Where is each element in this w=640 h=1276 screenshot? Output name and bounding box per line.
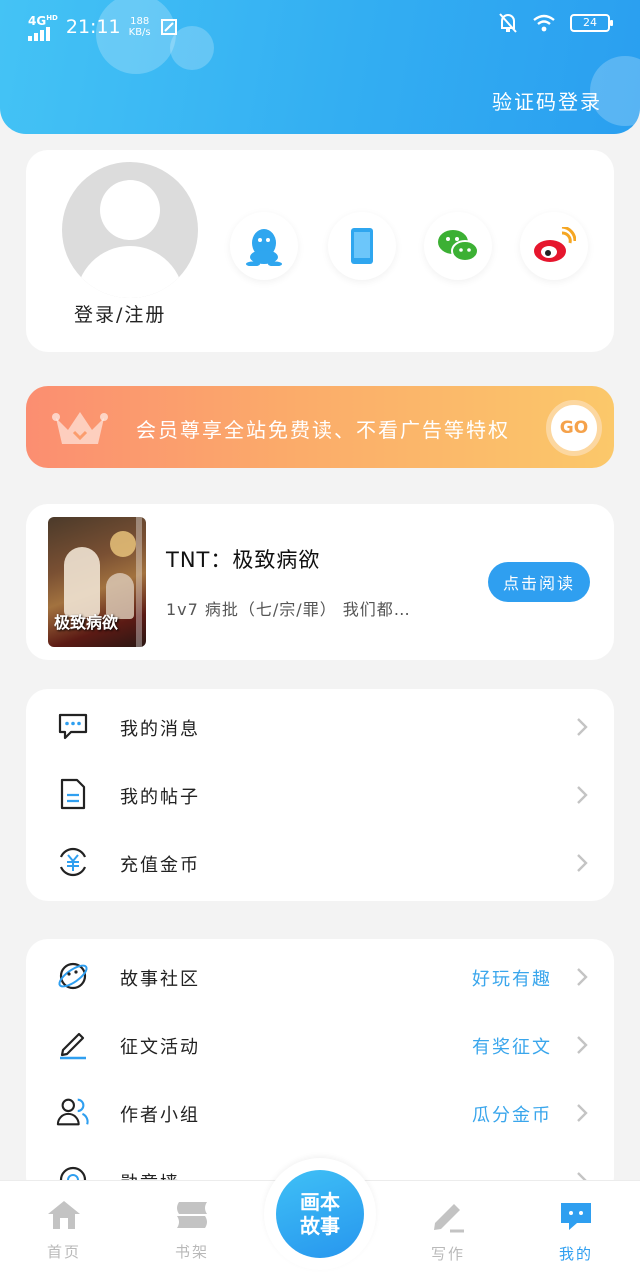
menu-item-author-group[interactable]: 作者小组 瓜分金币 xyxy=(26,1079,614,1147)
read-button[interactable]: 点击阅读 xyxy=(488,562,590,602)
avatar[interactable] xyxy=(62,162,198,298)
coin-recharge-icon xyxy=(56,845,90,879)
tab-home[interactable]: 首页 xyxy=(24,1199,104,1262)
picture-story-button[interactable]: 画本 故事 xyxy=(276,1170,364,1258)
menu-group-personal: 我的消息 我的帖子 充值金币 xyxy=(26,689,614,901)
weibo-login-button[interactable] xyxy=(520,212,588,280)
screenshot-icon xyxy=(160,18,177,35)
menu-item-recharge[interactable]: 充值金币 xyxy=(26,829,614,897)
network-speed: 188 KB/s xyxy=(128,15,151,38)
network-type: 4GHD xyxy=(28,14,58,28)
group-icon xyxy=(56,1095,90,1129)
menu-item-hint: 有奖征文 xyxy=(472,1037,552,1058)
menu-item-hint: 瓜分金币 xyxy=(472,1105,552,1126)
wifi-icon xyxy=(533,14,555,32)
tab-mine[interactable]: 我的 xyxy=(536,1199,616,1264)
menu-item-messages[interactable]: 我的消息 xyxy=(26,693,614,761)
pen-icon xyxy=(56,1027,90,1061)
battery-icon: 24 xyxy=(570,14,613,32)
signal-icon xyxy=(28,27,58,41)
tab-label: 书架 xyxy=(174,1243,209,1261)
home-icon xyxy=(48,1201,80,1229)
message-icon xyxy=(56,709,90,743)
book-cover-title: 极致病欲 xyxy=(54,613,119,632)
center-tab-wrapper: 画本 故事 xyxy=(264,1158,376,1270)
tab-label: 写作 xyxy=(430,1245,465,1263)
menu-item-label: 充值金币 xyxy=(120,855,200,876)
mine-icon xyxy=(561,1203,591,1230)
planet-icon xyxy=(56,959,90,993)
wechat-icon xyxy=(438,230,479,262)
bookshelf-icon xyxy=(177,1202,207,1228)
wechat-login-button[interactable] xyxy=(424,212,492,280)
phone-icon xyxy=(351,228,373,264)
login-register-link[interactable]: 登录/注册 xyxy=(74,300,166,327)
tab-bookshelf[interactable]: 书架 xyxy=(152,1199,232,1262)
menu-item-story-community[interactable]: 故事社区 好玩有趣 xyxy=(26,943,614,1011)
menu-item-label: 我的帖子 xyxy=(120,787,200,808)
status-bar: 4GHD 21:11 188 KB/s 24 xyxy=(0,0,640,50)
chevron-right-icon xyxy=(577,1036,588,1054)
crown-icon xyxy=(52,412,108,444)
chevron-right-icon xyxy=(577,968,588,986)
header: 4GHD 21:11 188 KB/s 24 验证码登录 xyxy=(0,0,640,134)
sms-login-link[interactable]: 验证码登录 xyxy=(492,86,602,115)
mute-bell-icon xyxy=(499,13,517,33)
recent-book-card[interactable]: 极致病欲 TNT：极致病欲 1v7 病批（七/宗/罪） 我们都… 点击阅读 xyxy=(26,504,614,660)
vip-go-button[interactable]: GO xyxy=(546,400,602,456)
menu-item-essay-contest[interactable]: 征文活动 有奖征文 xyxy=(26,1011,614,1079)
book-cover[interactable]: 极致病欲 xyxy=(48,517,146,647)
book-title: TNT：极致病欲 xyxy=(166,548,321,572)
qq-icon xyxy=(246,229,282,266)
phone-login-button[interactable] xyxy=(328,212,396,280)
menu-item-label: 征文活动 xyxy=(120,1037,200,1058)
clock: 21:11 xyxy=(65,15,121,38)
write-icon xyxy=(434,1204,464,1233)
tab-label: 我的 xyxy=(558,1245,593,1263)
chevron-right-icon xyxy=(577,718,588,736)
chevron-right-icon xyxy=(577,786,588,804)
qq-login-button[interactable] xyxy=(230,212,298,280)
book-description: 1v7 病批（七/宗/罪） 我们都… xyxy=(166,600,411,619)
menu-item-hint: 好玩有趣 xyxy=(472,969,552,990)
weibo-icon xyxy=(534,227,576,262)
vip-promo-text: 会员尊享全站免费读、不看广告等特权 xyxy=(136,418,510,442)
profile-card: 登录/注册 xyxy=(26,150,614,352)
document-icon xyxy=(56,777,90,811)
tab-label: 首页 xyxy=(46,1243,81,1261)
vip-banner[interactable]: 会员尊享全站免费读、不看广告等特权 GO xyxy=(26,386,614,468)
tab-write[interactable]: 写作 xyxy=(408,1199,488,1264)
menu-item-label: 作者小组 xyxy=(120,1105,200,1126)
chevron-right-icon xyxy=(577,1104,588,1122)
menu-item-label: 故事社区 xyxy=(120,969,200,990)
menu-item-posts[interactable]: 我的帖子 xyxy=(26,761,614,829)
menu-item-label: 我的消息 xyxy=(120,719,200,740)
chevron-right-icon xyxy=(577,854,588,872)
